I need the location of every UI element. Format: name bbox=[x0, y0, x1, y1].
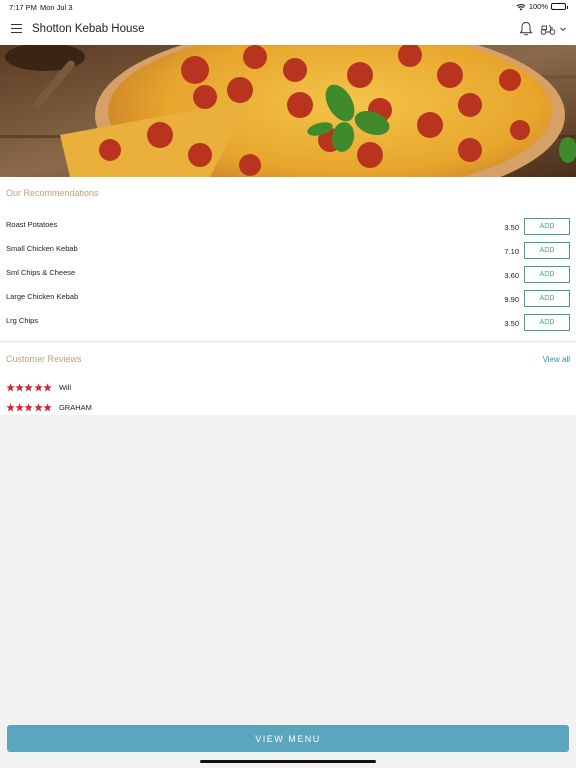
scooter-icon[interactable] bbox=[540, 22, 556, 36]
add-button[interactable]: ADD bbox=[524, 266, 570, 283]
add-button[interactable]: ADD bbox=[524, 218, 570, 235]
star-icon bbox=[43, 382, 52, 391]
page-title: Shotton Kebab House bbox=[32, 23, 145, 35]
item-price: 3.50 bbox=[504, 319, 519, 328]
item-price: 3.50 bbox=[504, 223, 519, 232]
bell-icon[interactable] bbox=[519, 21, 533, 37]
star-icon bbox=[15, 402, 25, 411]
item-name: Sml Chips & Cheese bbox=[6, 268, 76, 277]
star-icon bbox=[43, 402, 52, 411]
status-date: Mon Jul 3 bbox=[40, 3, 73, 12]
item-price: 9.90 bbox=[504, 295, 519, 304]
view-all-link[interactable]: View all bbox=[543, 355, 570, 364]
battery-icon bbox=[551, 3, 568, 10]
star-icon bbox=[33, 382, 43, 391]
star-icon bbox=[6, 402, 15, 411]
reviews-section: Customer Reviews View all Will GRAHAM bbox=[0, 343, 576, 415]
star-rating bbox=[6, 382, 52, 392]
battery-percent: 100% bbox=[528, 2, 548, 11]
item-name: Small Chicken Kebab bbox=[6, 244, 78, 253]
status-time: 7:17 PM bbox=[9, 3, 37, 12]
home-indicator[interactable] bbox=[200, 760, 376, 763]
star-icon bbox=[24, 402, 34, 411]
status-bar: 7:17 PM Mon Jul 3 100% bbox=[0, 0, 576, 14]
recommendations-title: Our Recommendations bbox=[6, 188, 99, 198]
view-menu-button[interactable]: VIEW MENU bbox=[7, 725, 569, 752]
reviews-title: Customer Reviews bbox=[6, 354, 82, 364]
list-item: Lrg Chips 3.50 ADD bbox=[0, 314, 576, 338]
list-item: Roast Potatoes 3.50 ADD bbox=[0, 218, 576, 242]
review-item: Will bbox=[6, 381, 71, 393]
menu-icon[interactable] bbox=[11, 24, 22, 33]
item-price: 7.10 bbox=[504, 247, 519, 256]
reviewer-name: Will bbox=[58, 382, 72, 392]
list-item: Small Chicken Kebab 7.10 ADD bbox=[0, 242, 576, 266]
status-right: 100% bbox=[516, 2, 568, 11]
item-name: Lrg Chips bbox=[6, 316, 39, 325]
star-rating bbox=[6, 402, 52, 412]
wifi-icon bbox=[516, 3, 526, 10]
chevron-down-icon[interactable] bbox=[559, 25, 567, 33]
app-header: Shotton Kebab House bbox=[0, 14, 576, 45]
star-icon bbox=[33, 402, 43, 411]
item-name: Roast Potatoes bbox=[6, 220, 58, 229]
item-name: Large Chicken Kebab bbox=[6, 292, 79, 301]
star-icon bbox=[15, 382, 25, 391]
star-icon bbox=[24, 382, 34, 391]
star-icon bbox=[6, 382, 15, 391]
recommendations-section: Our Recommendations Roast Potatoes 3.50 … bbox=[0, 177, 576, 340]
pizza-photo bbox=[0, 45, 576, 177]
list-item: Large Chicken Kebab 9.90 ADD bbox=[0, 290, 576, 314]
item-price: 3.60 bbox=[504, 271, 519, 280]
add-button[interactable]: ADD bbox=[524, 290, 570, 307]
review-item: GRAHAM bbox=[6, 401, 92, 413]
list-item: Sml Chips & Cheese 3.60 ADD bbox=[0, 266, 576, 290]
reviewer-name: GRAHAM bbox=[58, 402, 92, 412]
add-button[interactable]: ADD bbox=[524, 242, 570, 259]
hero-image bbox=[0, 45, 576, 177]
add-button[interactable]: ADD bbox=[524, 314, 570, 331]
